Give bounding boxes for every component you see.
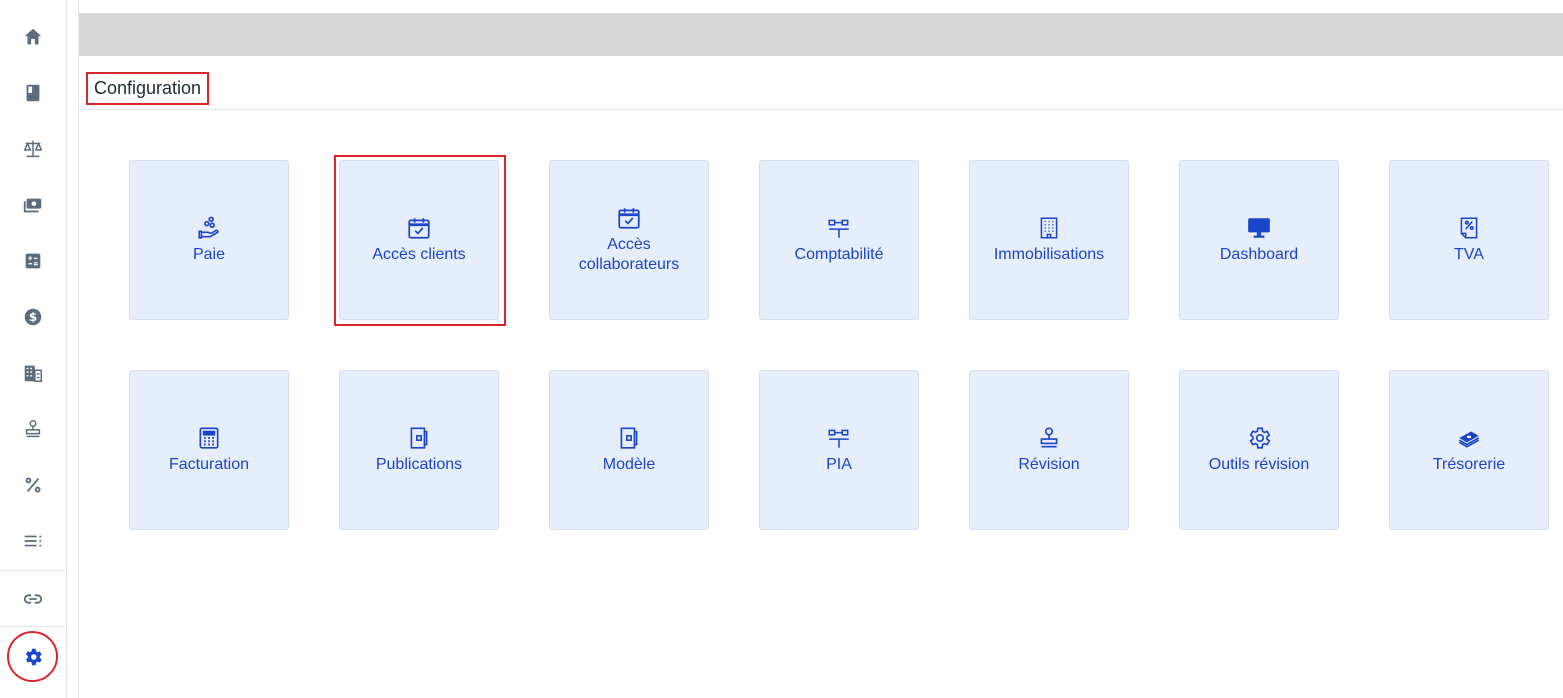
tile-label: Publications	[375, 456, 463, 473]
stamp-icon	[25, 420, 41, 438]
tile-label: Accès collaborateurs	[578, 236, 680, 273]
tile-paie[interactable]: Paie	[129, 160, 289, 320]
tile-facturation[interactable]: Facturation	[129, 370, 289, 530]
tile-pia[interactable]: PIA	[759, 370, 919, 530]
calculator-icon	[25, 253, 41, 269]
tile-label: Paie	[192, 246, 226, 263]
tile-label: Dashboard	[1219, 246, 1299, 263]
tile-acces-clients[interactable]: Accès clients	[339, 160, 499, 320]
sitemap-icon	[828, 429, 849, 448]
money-icon	[23, 198, 42, 213]
hand-coins-icon	[198, 216, 219, 239]
tile-label: Trésorerie	[1432, 456, 1506, 473]
tile-label: Modèle	[602, 456, 656, 473]
tile-label: PIA	[826, 456, 852, 473]
scale-icon	[23, 140, 43, 158]
tile-tresorerie[interactable]: Trésorerie	[1389, 370, 1549, 530]
page-header: Configuration	[79, 68, 1563, 110]
link-icon	[23, 594, 43, 604]
sidebar-item-book[interactable]	[0, 65, 66, 121]
calendar-check-icon	[408, 218, 430, 239]
monitor-icon	[1248, 218, 1270, 238]
book-icon	[26, 84, 40, 102]
building-icon	[1040, 217, 1058, 239]
svg-text:$: $	[29, 310, 37, 324]
stamp-icon	[1040, 427, 1058, 448]
home-icon	[24, 28, 42, 45]
percent-icon	[25, 477, 41, 493]
tile-dashboard[interactable]: Dashboard	[1179, 160, 1339, 320]
percent-doc-icon	[1460, 217, 1478, 239]
tile-modele[interactable]: Modèle	[549, 370, 709, 530]
sidebar-item-stamp[interactable]	[0, 401, 66, 457]
tile-label: Accès clients	[372, 246, 466, 263]
tile-immobilisations[interactable]: Immobilisations	[969, 160, 1129, 320]
tile-tva[interactable]: TVA	[1389, 160, 1549, 320]
sidebar-item-home[interactable]	[0, 9, 66, 65]
tile-outils-revision[interactable]: Outils révision	[1179, 370, 1339, 530]
wallet-icon	[620, 427, 638, 449]
building-icon	[24, 365, 42, 382]
sidebar-item-percent[interactable]	[0, 457, 66, 513]
dollar-icon: $	[24, 308, 42, 326]
sidebar-item-building[interactable]	[0, 345, 66, 401]
sidebar-item-link[interactable]	[0, 571, 66, 627]
calculator-icon	[199, 427, 219, 449]
sitemap-icon	[828, 219, 849, 238]
tile-label: Révision	[1018, 456, 1080, 473]
tile-label: Comptabilité	[794, 246, 884, 263]
sidebar-item-list[interactable]	[0, 513, 66, 569]
gear-icon	[1249, 427, 1271, 449]
tile-acces-collaborateurs[interactable]: Accès collaborateurs	[549, 160, 709, 320]
wallet-icon	[410, 427, 428, 449]
money-stack-icon	[1458, 431, 1480, 448]
calendar-check-icon	[618, 208, 640, 229]
tile-label: TVA	[1454, 246, 1484, 263]
sidebar-item-dollar[interactable]: $	[0, 289, 66, 345]
gear-icon	[25, 648, 42, 666]
sidebar: $	[0, 0, 67, 698]
page-title: Configuration	[86, 72, 210, 105]
list-icon	[24, 535, 42, 547]
sidebar-item-calculator[interactable]	[0, 233, 66, 289]
tile-label: Facturation	[168, 456, 250, 473]
tile-label: Outils révision	[1208, 456, 1310, 473]
sidebar-item-settings[interactable]	[0, 629, 66, 685]
top-bar	[79, 13, 1563, 56]
tile-publications[interactable]: Publications	[339, 370, 499, 530]
sidebar-item-money[interactable]	[0, 177, 66, 233]
tile-label: Immobilisations	[993, 246, 1105, 263]
tile-revision[interactable]: Révision	[969, 370, 1129, 530]
sidebar-item-scale[interactable]	[0, 121, 66, 177]
tile-comptabilite[interactable]: Comptabilité	[759, 160, 919, 320]
